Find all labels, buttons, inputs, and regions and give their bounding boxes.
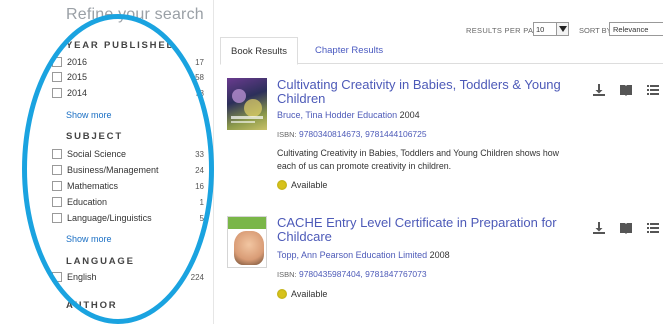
result-actions — [592, 83, 663, 97]
facet-item-2015[interactable]: 2015 58 — [52, 70, 204, 84]
facet-count: 17 — [195, 57, 204, 67]
isbn-label: ISBN: — [277, 270, 297, 279]
result-title[interactable]: CACHE Entry Level Certificate in Prepara… — [277, 216, 577, 244]
availability-label: Available — [291, 180, 328, 190]
results-per-page-select[interactable]: 10 — [533, 22, 569, 36]
download-icon[interactable] — [592, 83, 606, 97]
isbn-values: 9780340814673, 9781444106725 — [298, 129, 427, 139]
table-of-contents-icon[interactable] — [646, 221, 660, 235]
result-publisher[interactable]: Hodder Education — [325, 110, 397, 120]
available-icon — [277, 180, 287, 190]
result-year: 2008 — [429, 250, 450, 260]
available-icon — [277, 289, 287, 299]
facet-label: Language/Linguistics — [67, 213, 152, 223]
result-meta: Topp, Ann Pearson Education Limited 2008 — [277, 250, 450, 260]
facet-count: 5 — [199, 213, 204, 223]
availability-status: Available — [277, 289, 327, 299]
checkbox-icon[interactable] — [52, 272, 62, 282]
checkbox-icon[interactable] — [52, 213, 62, 223]
cover-band — [228, 217, 266, 229]
result-author[interactable]: Topp, Ann — [277, 250, 317, 260]
facet-item-2016[interactable]: 2016 17 — [52, 55, 204, 69]
facet-heading-year: YEAR PUBLISHED — [66, 40, 176, 51]
facet-label: 2016 — [67, 57, 88, 67]
sort-by-select[interactable]: Relevance — [609, 22, 663, 36]
sort-by-label: SORT BY — [579, 26, 612, 35]
facet-count: 33 — [195, 149, 204, 159]
sort-by-value: Relevance — [613, 24, 649, 34]
facet-count: 16 — [195, 181, 204, 191]
checkbox-icon[interactable] — [52, 57, 62, 67]
checkbox-icon[interactable] — [52, 165, 62, 175]
result-description: Cultivating Creativity in Babies, Toddle… — [277, 148, 559, 171]
result-item: CACHE Entry Level Certificate in Prepara… — [227, 216, 663, 316]
facet-item-social-science[interactable]: Social Science 33 — [52, 147, 204, 161]
read-book-icon[interactable] — [619, 221, 633, 235]
facet-heading-subject: SUBJECT — [66, 131, 123, 142]
refine-title: Refine your search — [66, 6, 204, 23]
isbn-values: 9780435987404, 9781847767073 — [298, 269, 427, 279]
result-isbn: ISBN: 9780340814673, 9781444106725 — [277, 129, 427, 139]
facet-item-2014[interactable]: 2014 78 — [52, 86, 204, 100]
download-icon[interactable] — [592, 221, 606, 235]
checkbox-icon[interactable] — [52, 88, 62, 98]
result-title[interactable]: Cultivating Creativity in Babies, Toddle… — [277, 78, 577, 106]
facet-item-education[interactable]: Education 1 — [52, 195, 204, 209]
book-cover[interactable] — [227, 78, 267, 130]
facet-label: 2015 — [67, 72, 88, 82]
result-tabs: Book Results Chapter Results — [220, 37, 663, 65]
refine-sidebar: Refine your search YEAR PUBLISHED 2016 1… — [0, 0, 214, 324]
availability-label: Available — [291, 289, 328, 299]
facet-item-business[interactable]: Business/Management 24 — [52, 163, 204, 177]
result-meta: Bruce, Tina Hodder Education 2004 — [277, 110, 420, 120]
book-cover[interactable] — [227, 216, 267, 268]
facet-count: 1 — [199, 197, 204, 207]
result-year: 2004 — [399, 110, 420, 120]
table-of-contents-icon[interactable] — [646, 83, 660, 97]
show-more-year[interactable]: Show more — [66, 110, 112, 120]
isbn-label: ISBN: — [277, 130, 297, 139]
results-main: RESULTS PER PAGE 10 SORT BY Relevance Bo… — [215, 0, 663, 324]
facet-label: Education — [67, 197, 108, 207]
checkbox-icon[interactable] — [52, 197, 62, 207]
availability-status: Available — [277, 180, 327, 190]
facet-heading-author: AUTHOR — [66, 300, 118, 311]
result-actions — [592, 221, 663, 235]
facet-heading-language: LANGUAGE — [66, 256, 135, 267]
tab-book-results[interactable]: Book Results — [220, 37, 298, 65]
facet-count: 24 — [195, 165, 204, 175]
show-more-subject[interactable]: Show more — [66, 234, 112, 244]
chevron-down-icon[interactable] — [556, 23, 568, 35]
tab-chapter-results[interactable]: Chapter Results — [305, 37, 393, 64]
facet-count: 78 — [195, 88, 204, 98]
facet-label: English — [67, 272, 97, 282]
facet-item-english[interactable]: English 224 — [52, 270, 204, 284]
result-isbn: ISBN: 9780435987404, 9781847767073 — [277, 269, 427, 279]
checkbox-icon[interactable] — [52, 72, 62, 82]
cover-photo — [234, 231, 264, 265]
facet-count: 224 — [190, 272, 204, 282]
facet-item-language-linguistics[interactable]: Language/Linguistics 5 — [52, 211, 204, 225]
checkbox-icon[interactable] — [52, 181, 62, 191]
result-author[interactable]: Bruce, Tina — [277, 110, 323, 120]
facet-count: 58 — [195, 72, 204, 82]
facet-label: Mathematics — [67, 181, 119, 191]
facet-label: Social Science — [67, 149, 127, 159]
facet-item-mathematics[interactable]: Mathematics 16 — [52, 179, 204, 193]
results-per-page-value: 10 — [536, 24, 545, 34]
read-book-icon[interactable] — [619, 83, 633, 97]
result-publisher[interactable]: Pearson Education Limited — [320, 250, 428, 260]
facet-label: 2014 — [67, 88, 88, 98]
facet-label: Business/Management — [67, 165, 159, 175]
checkbox-icon[interactable] — [52, 149, 62, 159]
result-item: Cultivating Creativity in Babies, Toddle… — [227, 78, 663, 200]
